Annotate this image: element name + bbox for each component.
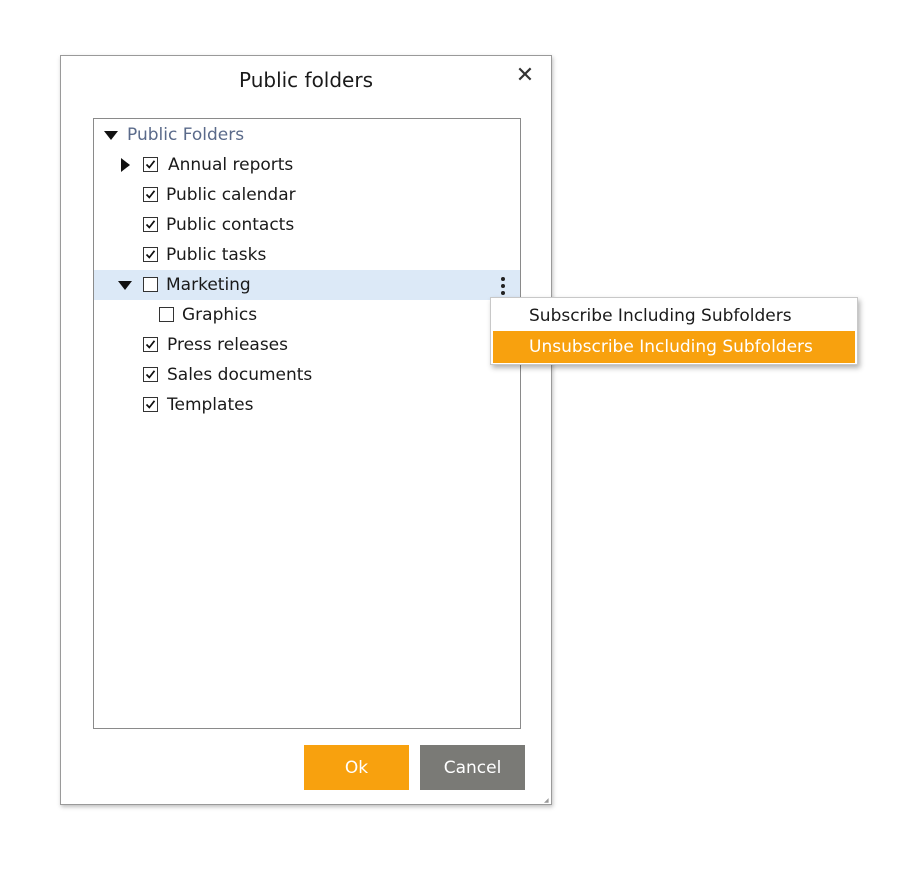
dialog-title: Public folders	[238, 68, 374, 92]
checkbox-press-releases[interactable]	[143, 337, 158, 352]
checkbox-public-tasks[interactable]	[143, 247, 158, 262]
tree-root-label: Public Folders	[127, 125, 245, 145]
menu-item-subscribe-including-subfolders[interactable]: Subscribe Including Subfolders	[493, 300, 855, 332]
resize-grip-icon[interactable]: ◢	[544, 797, 550, 804]
checkbox-graphics[interactable]	[159, 307, 174, 322]
tree-item-label: Annual reports	[168, 155, 294, 175]
cancel-button[interactable]: Cancel	[420, 745, 525, 790]
tree-item-public-contacts[interactable]: Public contacts	[94, 210, 520, 240]
checkbox-annual-reports[interactable]	[143, 157, 158, 172]
checkbox-sales-documents[interactable]	[143, 367, 158, 382]
caret-down-icon[interactable]	[104, 128, 118, 142]
tree-item-press-releases[interactable]: Press releases	[94, 330, 520, 360]
tree-item-label: Marketing	[166, 275, 251, 295]
tree-item-label: Graphics	[182, 305, 258, 325]
context-menu: Subscribe Including Subfolders Unsubscri…	[490, 297, 858, 365]
caret-right-icon[interactable]	[118, 158, 132, 172]
tree-item-label: Public tasks	[166, 245, 267, 265]
public-folders-dialog: Public folders ✕ Public Folders Annual r…	[60, 55, 552, 805]
tree-item-public-calendar[interactable]: Public calendar	[94, 180, 520, 210]
tree-item-label: Public contacts	[166, 215, 295, 235]
tree-item-sales-documents[interactable]: Sales documents	[94, 360, 520, 390]
checkbox-templates[interactable]	[143, 397, 158, 412]
tree-item-annual-reports[interactable]: Annual reports	[94, 150, 520, 180]
checkbox-marketing[interactable]	[143, 277, 158, 292]
tree-item-label: Sales documents	[167, 365, 313, 385]
tree-item-templates[interactable]: Templates	[94, 390, 520, 420]
caret-down-icon[interactable]	[118, 278, 132, 292]
tree-item-marketing[interactable]: Marketing	[94, 270, 520, 300]
checkbox-public-contacts[interactable]	[143, 217, 158, 232]
more-options-icon[interactable]	[498, 275, 508, 297]
tree-root[interactable]: Public Folders	[94, 120, 520, 150]
tree-item-graphics[interactable]: Graphics	[94, 300, 520, 330]
menu-item-unsubscribe-including-subfolders[interactable]: Unsubscribe Including Subfolders	[493, 331, 855, 363]
tree-item-label: Templates	[167, 395, 254, 415]
tree-item-public-tasks[interactable]: Public tasks	[94, 240, 520, 270]
folder-tree: Public Folders Annual reports Public cal…	[93, 118, 521, 729]
tree-item-label: Public calendar	[166, 185, 296, 205]
close-icon[interactable]: ✕	[513, 64, 537, 88]
checkbox-public-calendar[interactable]	[143, 187, 158, 202]
ok-button[interactable]: Ok	[304, 745, 409, 790]
tree-item-label: Press releases	[167, 335, 288, 355]
